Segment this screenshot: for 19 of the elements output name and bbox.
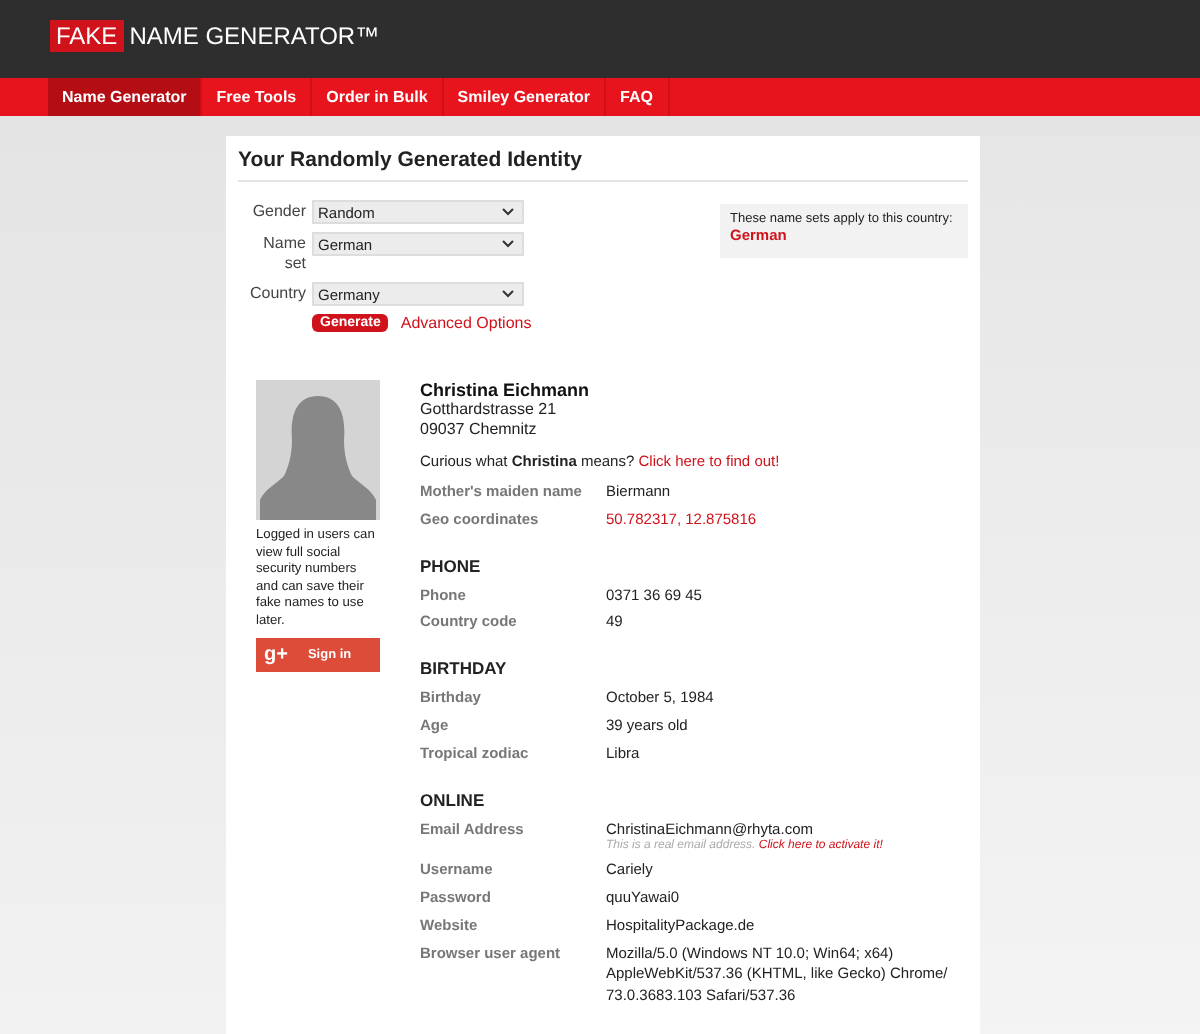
section-heading: ONLINE	[420, 787, 487, 814]
google-plus-icon: g+	[264, 644, 288, 666]
address-line: Gotthardstrasse 21	[420, 400, 559, 420]
chevron-icon	[502, 240, 514, 248]
chevron-icon	[502, 290, 514, 298]
logo-box[interactable]: FAKE	[50, 19, 124, 51]
field-label: Name set	[261, 232, 306, 274]
nav-tab[interactable]: Name Generator	[48, 78, 203, 116]
advanced-options-link[interactable]: Advanced Options	[400, 314, 532, 332]
section-heading: BIRTHDAY	[420, 656, 509, 683]
logo-text[interactable]: NAME GENERATOR™	[129, 21, 380, 49]
address-line: 09037 Chemnitz	[420, 420, 539, 440]
person-name: Christina Eichmann	[420, 380, 592, 400]
chevron-icon	[502, 208, 514, 216]
avatar-silhouette	[256, 380, 380, 520]
page-title: Your Randomly Generated Identity	[238, 148, 968, 182]
field-label: Gender	[250, 200, 306, 222]
section-heading: PHONE	[420, 553, 483, 580]
field-label: Country	[247, 282, 306, 304]
